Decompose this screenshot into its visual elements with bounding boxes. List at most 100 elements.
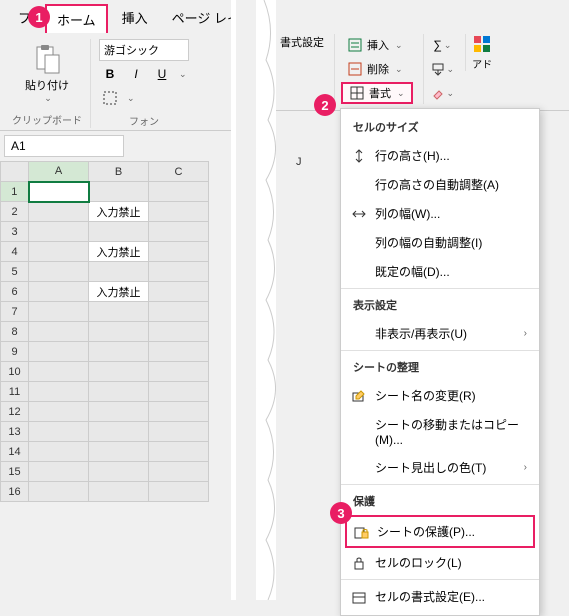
cell-b4[interactable]: 入力禁止 [89,242,149,262]
menu-row-height[interactable]: 行の高さ(H)... [341,141,539,170]
format-button[interactable]: 書式⌄ [341,82,413,104]
cell[interactable] [89,402,149,422]
cell[interactable] [89,302,149,322]
cell[interactable] [29,202,89,222]
cell[interactable] [149,382,209,402]
tab-insert[interactable]: 挿入 [112,4,158,33]
row-header[interactable]: 9 [1,342,29,362]
cell[interactable] [29,242,89,262]
delete-cells-icon [347,61,363,77]
cell[interactable] [29,302,89,322]
underline-button[interactable]: U [151,63,173,85]
clear-button[interactable]: ⌄ [430,82,456,104]
row-header[interactable]: 15 [1,462,29,482]
font-name-select[interactable] [99,39,189,61]
cell[interactable] [29,222,89,242]
menu-col-width[interactable]: 列の幅(W)... [341,199,539,228]
cell[interactable] [149,222,209,242]
cell[interactable] [149,422,209,442]
submenu-arrow-icon: › [524,328,527,339]
row-header[interactable]: 14 [1,442,29,462]
italic-button[interactable]: I [125,63,147,85]
cell[interactable] [149,402,209,422]
cell[interactable] [149,322,209,342]
cell[interactable] [89,322,149,342]
cell[interactable] [29,382,89,402]
menu-item-label: 非表示/再表示(U) [375,325,467,342]
cell[interactable] [89,362,149,382]
row-header[interactable]: 13 [1,422,29,442]
cell[interactable] [29,482,89,502]
fill-button[interactable]: ⌄ [430,58,456,80]
cell[interactable] [29,442,89,462]
menu-protect-sheet[interactable]: シートの保護(P)... [345,515,535,548]
cell[interactable] [29,462,89,482]
row-header[interactable]: 16 [1,482,29,502]
cell[interactable] [89,422,149,442]
col-header-b[interactable]: B [89,162,149,182]
tab-home[interactable]: ホーム [45,4,108,33]
menu-format-cells[interactable]: セルの書式設定(E)... [341,582,539,611]
row-header[interactable]: 7 [1,302,29,322]
menu-tab-color[interactable]: シート見出しの色(T)› [341,453,539,482]
menu-col-autofit[interactable]: 列の幅の自動調整(I) [341,228,539,257]
border-button[interactable] [99,87,121,109]
row-header[interactable]: 8 [1,322,29,342]
row-header[interactable]: 3 [1,222,29,242]
cell[interactable] [29,342,89,362]
cell[interactable] [89,442,149,462]
menu-default-width[interactable]: 既定の幅(D)... [341,257,539,286]
delete-cells-button[interactable]: 削除⌄ [341,58,413,80]
rename-icon [351,388,367,404]
cell-b2[interactable]: 入力禁止 [89,202,149,222]
row-header[interactable]: 6 [1,282,29,302]
col-header-a[interactable]: A [29,162,89,182]
cell[interactable] [29,282,89,302]
col-header-c[interactable]: C [149,162,209,182]
menu-lock-cell[interactable]: セルのロック(L) [341,548,539,577]
menu-item-label: セルのロック(L) [375,554,462,571]
cell[interactable] [149,482,209,502]
cell-a1[interactable] [29,182,89,202]
menu-hide-unhide[interactable]: 非表示/再表示(U) › [341,319,539,348]
cell[interactable] [29,422,89,442]
cell-b6[interactable]: 入力禁止 [89,282,149,302]
cell[interactable] [89,182,149,202]
cell[interactable] [149,302,209,322]
cell[interactable] [149,202,209,222]
cell[interactable] [89,382,149,402]
cell[interactable] [89,262,149,282]
name-box[interactable] [4,135,124,157]
row-header[interactable]: 1 [1,182,29,202]
bold-button[interactable]: B [99,63,121,85]
cell[interactable] [29,362,89,382]
cell[interactable] [29,402,89,422]
cell[interactable] [29,262,89,282]
row-header[interactable]: 10 [1,362,29,382]
cell[interactable] [149,362,209,382]
cell[interactable] [149,462,209,482]
row-header[interactable]: 5 [1,262,29,282]
cell[interactable] [149,262,209,282]
menu-move-copy-sheet[interactable]: シートの移動またはコピー(M)... [341,410,539,453]
autosum-button[interactable]: ∑⌄ [430,34,456,56]
paste-button[interactable]: 貼り付け ⌄ [21,39,73,108]
cell[interactable] [149,442,209,462]
cell[interactable] [149,342,209,362]
cell[interactable] [149,182,209,202]
cell[interactable] [89,342,149,362]
insert-cells-button[interactable]: 挿入⌄ [341,34,413,56]
cell[interactable] [89,222,149,242]
menu-row-autofit[interactable]: 行の高さの自動調整(A) [341,170,539,199]
format-settings-label[interactable]: 書式設定 [280,34,324,50]
row-header[interactable]: 12 [1,402,29,422]
menu-rename-sheet[interactable]: シート名の変更(R) [341,381,539,410]
cell[interactable] [89,462,149,482]
row-header[interactable]: 2 [1,202,29,222]
cell[interactable] [29,322,89,342]
row-header[interactable]: 11 [1,382,29,402]
cell[interactable] [149,242,209,262]
row-header[interactable]: 4 [1,242,29,262]
cell[interactable] [89,482,149,502]
cell[interactable] [149,282,209,302]
